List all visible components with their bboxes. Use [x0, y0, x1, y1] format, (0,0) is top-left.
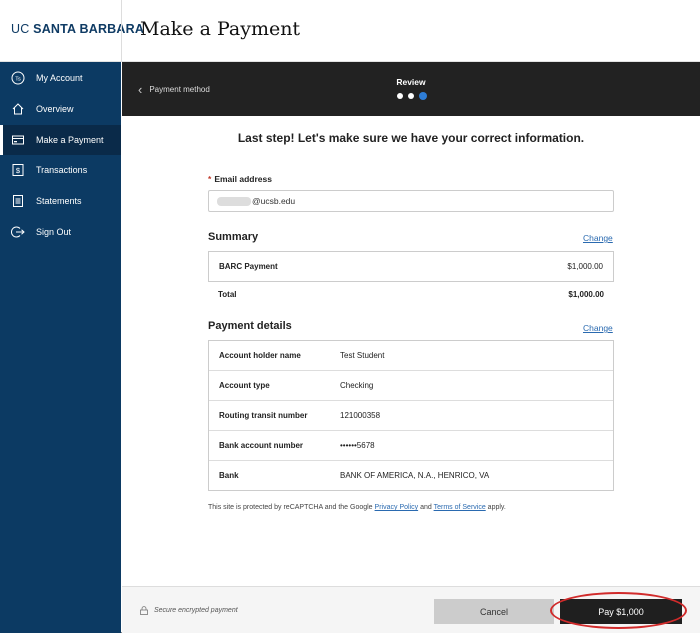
total-label: Total: [218, 290, 237, 299]
summary-heading: Summary: [208, 231, 259, 243]
email-field[interactable]: @ucsb.edu: [208, 190, 614, 212]
ucsb-logo[interactable]: UC SANTA BARBARA: [11, 22, 144, 36]
sidebar-item-make-a-payment[interactable]: Make a Payment: [0, 125, 121, 155]
recaptcha-suffix: apply.: [487, 504, 506, 511]
pay-button[interactable]: Pay $1,000: [560, 599, 682, 624]
detail-label: Bank: [219, 471, 239, 480]
table-row: Routing transit number 121000358: [209, 401, 613, 431]
detail-value: 121000358: [340, 411, 381, 420]
secure-label: Secure encrypted payment: [154, 607, 238, 614]
review-headline: Last step! Let's make sure we have your …: [237, 131, 585, 145]
detail-label: Account type: [219, 381, 270, 390]
detail-label: Routing transit number: [219, 411, 308, 420]
privacy-policy-link[interactable]: Privacy Policy: [375, 504, 419, 511]
redacted-email-prefix: [217, 196, 251, 206]
table-row: Bank BANK OF AMERICA, N.A., HENRICO, VA: [209, 461, 613, 490]
summary-row-amount: $1,000.00: [567, 262, 603, 271]
detail-value: BANK OF AMERICA, N.A., HENRICO, VA: [340, 471, 490, 480]
summary-row: BARC Payment $1,000.00: [209, 252, 613, 281]
logo-name: SANTA BARBARA: [33, 22, 145, 36]
summary-row-label: BARC Payment: [219, 262, 278, 271]
top-bar: UC SANTA BARBARA Make a Payment: [0, 0, 700, 62]
sidebar-item-label: Statements: [36, 196, 82, 206]
total-amount: $1,000.00: [568, 290, 604, 299]
required-marker: *: [208, 174, 212, 184]
cancel-button[interactable]: Cancel: [434, 599, 554, 624]
logo-divider: [121, 0, 122, 62]
sidebar-item-sign-out[interactable]: Sign Out: [0, 217, 121, 247]
detail-label: Bank account number: [219, 441, 304, 450]
svg-text:Ts: Ts: [15, 76, 21, 82]
sidebar-item-label: Transactions: [36, 165, 88, 175]
review-content: Last step! Let's make sure we have your …: [122, 116, 700, 586]
table-row: Bank account number ••••••5678: [209, 431, 613, 461]
detail-label: Account holder name: [219, 351, 301, 360]
payment-icon: [11, 133, 25, 147]
page-title: Make a Payment: [140, 18, 301, 40]
recaptcha-and: and: [420, 504, 432, 511]
payment-details-table: Account holder name Test Student Account…: [208, 340, 614, 491]
sidebar-item-statements[interactable]: Statements: [0, 186, 121, 216]
email-value: @ucsb.edu: [252, 196, 296, 206]
summary-box: BARC Payment $1,000.00: [208, 251, 614, 282]
statement-icon: [11, 194, 25, 208]
home-icon: [11, 102, 25, 116]
current-step-title: Review: [396, 77, 426, 87]
step-dot: [397, 93, 403, 99]
step-dot: [408, 93, 414, 99]
payment-details-change-link[interactable]: Change: [583, 323, 613, 333]
summary-change-link[interactable]: Change: [583, 233, 613, 243]
step-dot-current: [419, 92, 427, 100]
table-row: Account type Checking: [209, 371, 613, 401]
sign-out-icon: [11, 225, 25, 239]
sidebar-item-transactions[interactable]: $ Transactions: [0, 155, 121, 185]
detail-value: Test Student: [340, 351, 385, 360]
email-label: * Email address: [208, 174, 272, 184]
secure-payment-note: Secure encrypted payment: [140, 606, 238, 615]
step-progress-dots: [397, 92, 427, 100]
detail-value: Checking: [340, 381, 374, 390]
ts-avatar-icon: Ts: [11, 71, 25, 85]
step-header: ‹ Payment method Review: [122, 62, 700, 116]
lock-icon: [140, 606, 148, 615]
terms-of-service-link[interactable]: Terms of Service: [434, 504, 486, 511]
sidebar-item-overview[interactable]: Overview: [0, 94, 121, 124]
sidebar-item-label: Make a Payment: [36, 135, 104, 145]
email-label-text: Email address: [214, 174, 272, 184]
action-footer: Secure encrypted payment Cancel Pay $1,0…: [122, 586, 700, 633]
recaptcha-notice: This site is protected by reCAPTCHA and …: [208, 504, 506, 511]
sidebar-item-my-account[interactable]: Ts My Account: [0, 63, 121, 93]
logo-prefix: UC: [11, 22, 30, 36]
svg-text:$: $: [16, 166, 21, 175]
payment-details-heading: Payment details: [208, 320, 292, 332]
sidebar-item-label: My Account: [36, 73, 83, 83]
recaptcha-prefix: This site is protected by reCAPTCHA and …: [208, 504, 373, 511]
sidebar: Ts My Account Overview Make a Payment $ …: [0, 62, 121, 633]
sidebar-item-label: Sign Out: [36, 227, 72, 237]
dollar-receipt-icon: $: [11, 163, 25, 177]
table-row: Account holder name Test Student: [209, 341, 613, 371]
detail-value: ••••••5678: [340, 441, 375, 450]
sidebar-item-label: Overview: [36, 104, 74, 114]
